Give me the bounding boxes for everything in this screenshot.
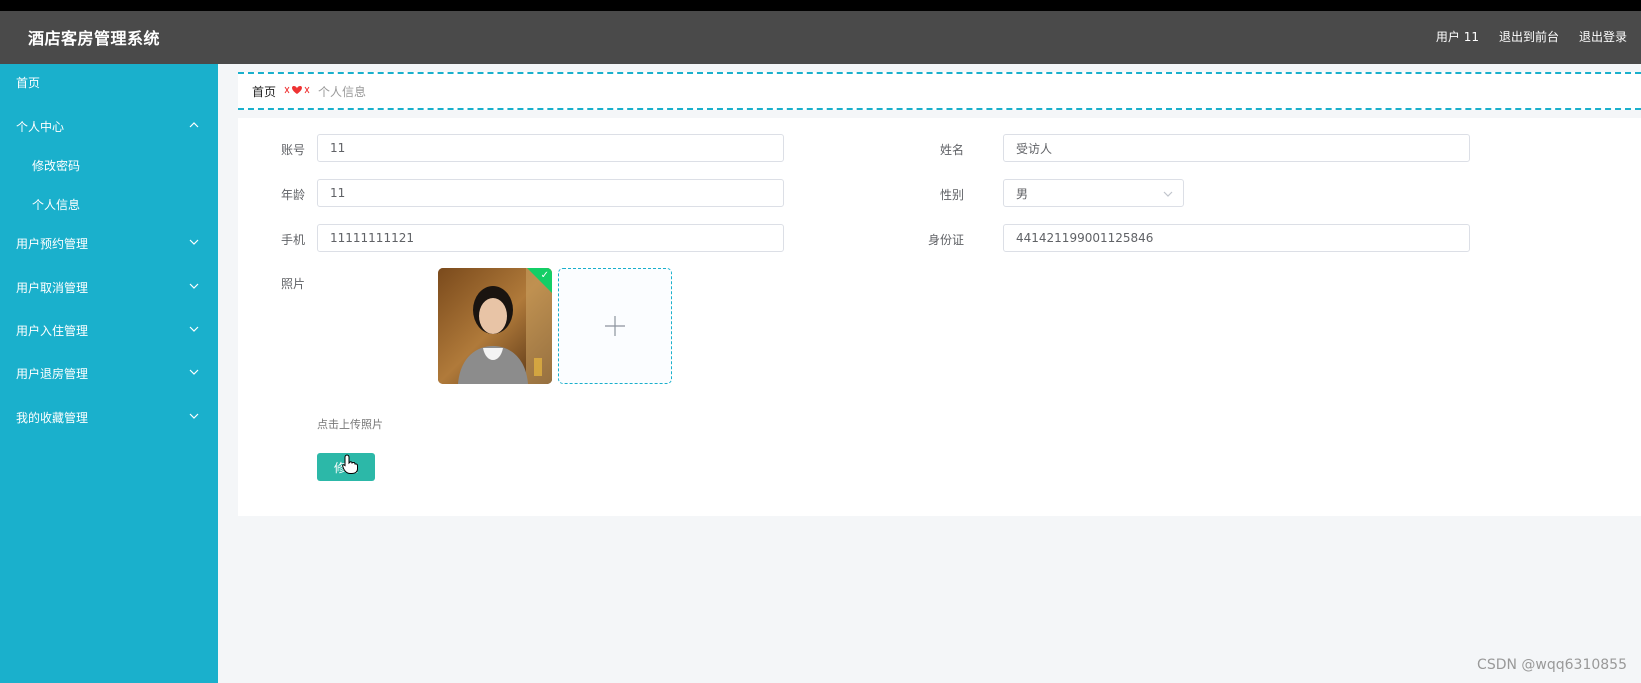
age-label: 年龄 [280, 188, 305, 202]
header-actions: 用户 11 退出到前台 退出登录 [1436, 28, 1627, 45]
sidebar-item-favorites[interactable]: 我的收藏管理 [0, 402, 218, 432]
age-input-value: 11 [330, 186, 346, 200]
sidebar-item-personal-center[interactable]: 个人中心 [0, 111, 218, 141]
sidebar-item-cancellation[interactable]: 用户取消管理 [0, 272, 218, 302]
gender-select[interactable]: 男 [1003, 179, 1184, 207]
chevron-down-icon [188, 323, 200, 335]
sidebar-item-label: 用户退房管理 [16, 366, 89, 381]
check-icon: ✓ [540, 270, 549, 281]
sidebar-item-label: 我的收藏管理 [16, 410, 89, 425]
idcard-input[interactable]: 441421199001125846 [1003, 224, 1470, 252]
sidebar-item-home[interactable]: 首页 [0, 67, 218, 97]
heart-separator-icon [282, 84, 312, 99]
gender-select-value: 男 [1016, 186, 1029, 201]
name-input[interactable]: 受访人 [1003, 134, 1470, 162]
gender-label: 性别 [939, 188, 964, 202]
profile-form-card: 账号 11 姓名 受访人 年龄 11 性别 男 手机 11111111121 身… [238, 118, 1641, 516]
sidebar-item-personal-info[interactable]: 个人信息 [0, 189, 218, 219]
age-input[interactable]: 11 [317, 179, 784, 207]
sidebar-item-label: 修改密码 [32, 158, 81, 173]
chevron-down-icon [188, 236, 200, 248]
photo-upload-box[interactable] [558, 268, 672, 384]
chevron-down-icon [1163, 191, 1173, 197]
back-to-front-link[interactable]: 退出到前台 [1499, 28, 1559, 45]
photo-label: 照片 [280, 277, 305, 291]
uploaded-photo[interactable]: ✓ [438, 268, 552, 384]
breadcrumb: 首页 个人信息 [238, 72, 1641, 110]
sidebar-item-checkout[interactable]: 用户退房管理 [0, 358, 218, 388]
app-header: 酒店客房管理系统 用户 11 退出到前台 退出登录 [0, 11, 1641, 64]
sidebar-item-checkin[interactable]: 用户入住管理 [0, 315, 218, 345]
portrait-image [438, 268, 552, 384]
current-user-label: 用户 11 [1435, 30, 1479, 44]
chevron-down-icon [188, 366, 200, 378]
plus-icon [605, 316, 625, 336]
idcard-label: 身份证 [927, 233, 964, 247]
account-label: 账号 [280, 143, 305, 157]
chevron-down-icon [188, 280, 200, 292]
sidebar-item-label: 用户预约管理 [16, 236, 89, 251]
app-title: 酒店客房管理系统 [28, 29, 161, 48]
phone-input[interactable]: 11111111121 [317, 224, 784, 252]
sidebar-item-label: 个人信息 [32, 197, 81, 212]
upload-hint: 点击上传照片 [317, 418, 383, 431]
sidebar-item-reservation[interactable]: 用户预约管理 [0, 228, 218, 258]
sidebar: 首页 个人中心 修改密码 个人信息 用户预约管理 用户取消管理 用户入住管理 用… [0, 64, 218, 683]
breadcrumb-current: 个人信息 [318, 84, 367, 99]
sidebar-item-label: 个人中心 [16, 119, 65, 134]
logout-link[interactable]: 退出登录 [1579, 28, 1627, 45]
idcard-input-value: 441421199001125846 [1016, 231, 1154, 245]
chevron-down-icon [188, 410, 200, 422]
csdn-watermark: CSDN @wqq6310855 [1477, 657, 1627, 673]
name-label: 姓名 [939, 143, 964, 157]
chevron-up-icon [188, 119, 200, 131]
sidebar-item-label: 用户取消管理 [16, 280, 89, 295]
main-content: 首页 个人信息 账号 11 姓名 受访人 年龄 11 性别 男 手机 11111… [218, 64, 1641, 683]
top-black-strip [0, 0, 1641, 11]
hand-cursor-icon [342, 454, 358, 474]
sidebar-item-label: 首页 [16, 75, 41, 90]
account-input-value: 11 [330, 141, 346, 155]
phone-input-value: 11111111121 [330, 231, 414, 245]
sidebar-item-label: 用户入住管理 [16, 323, 89, 338]
breadcrumb-home[interactable]: 首页 [252, 83, 276, 100]
sidebar-item-change-password[interactable]: 修改密码 [0, 150, 218, 180]
name-input-value: 受访人 [1016, 141, 1053, 156]
phone-label: 手机 [280, 233, 305, 247]
account-input[interactable]: 11 [317, 134, 784, 162]
